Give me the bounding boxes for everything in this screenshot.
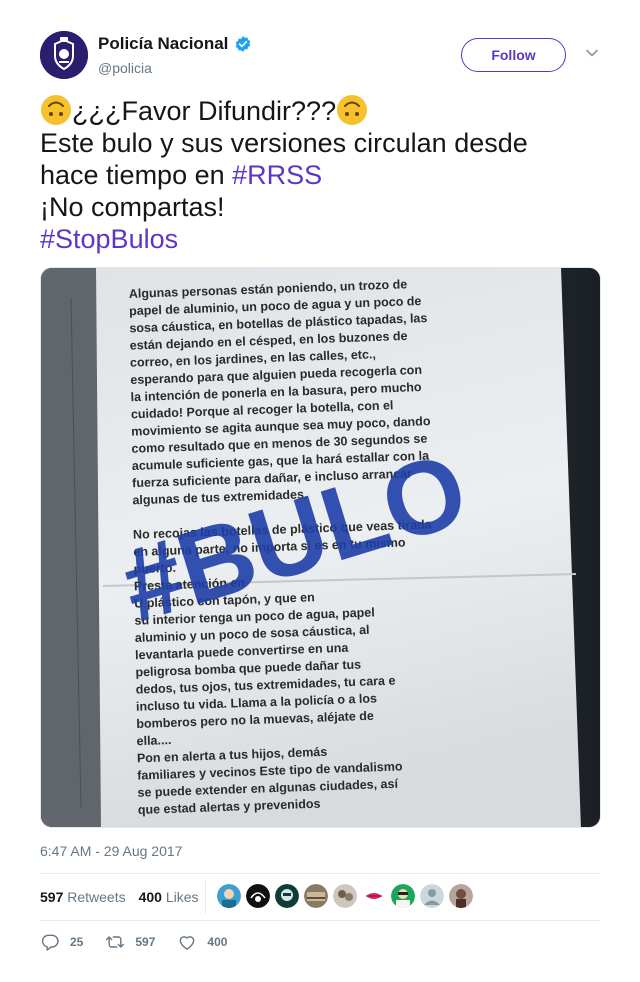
tweet-line-3: hace tiempo en #RRSS [40, 159, 600, 191]
paper-left-edge [41, 268, 101, 827]
retweet-icon [106, 936, 125, 948]
upside-down-face-emoji-icon [337, 95, 368, 125]
upside-down-face-emoji-icon [41, 95, 71, 125]
author-handle[interactable]: @policia [98, 60, 152, 76]
hoax-letter-photo: Algunas personas están poniendo, un troz… [41, 268, 600, 827]
liker-avatar[interactable] [217, 884, 241, 908]
retweet-count: 597 [135, 935, 156, 949]
likes-label: Likes [165, 889, 199, 905]
liker-avatar[interactable] [449, 884, 473, 908]
retweet-button[interactable]: 597 [105, 932, 155, 952]
liker-avatar[interactable] [362, 884, 386, 908]
letter-line: ella.... [136, 733, 171, 748]
likes-stat[interactable]: 400 Likes [139, 889, 199, 905]
tweet-line-1-text: ¿¿¿Favor Difundir??? [72, 96, 337, 126]
author-display-name[interactable]: Policía Nacional [98, 34, 228, 54]
tweet-header: Policía Nacional @policia Follow [40, 31, 602, 81]
liker-avatar[interactable] [420, 884, 444, 908]
follow-button[interactable]: Follow [461, 38, 566, 72]
liker-avatars [217, 884, 478, 908]
author-avatar[interactable] [40, 31, 88, 79]
verified-badge-icon [236, 36, 251, 52]
liker-avatar[interactable] [391, 884, 415, 908]
like-button[interactable]: 400 [177, 932, 227, 952]
divider [40, 920, 600, 921]
tweet-line-3-text: hace tiempo en [40, 160, 233, 190]
retweets-count: 597 [40, 889, 64, 905]
like-count: 400 [207, 935, 228, 949]
retweets-stat[interactable]: 597 Retweets [40, 889, 126, 905]
heart-icon [180, 936, 195, 950]
liker-avatar[interactable] [275, 884, 299, 908]
stats-divider [205, 880, 206, 914]
tweet-line-4: ¡No compartas! [40, 192, 225, 222]
tweet-stats: 597 Retweets 400 Likes [40, 874, 600, 920]
liker-avatar[interactable] [333, 884, 357, 908]
tweet-text: ¿¿¿Favor Difundir??? Este bulo y sus ver… [40, 94, 600, 255]
reply-icon [41, 934, 59, 951]
reply-count: 25 [70, 935, 84, 949]
liker-avatar[interactable] [304, 884, 328, 908]
tweet-actions: 25 597 400 [40, 930, 249, 954]
hashtag-stopbulos-link[interactable]: #StopBulos [40, 223, 600, 255]
tweet-media-photo[interactable]: Algunas personas están poniendo, un troz… [40, 267, 601, 828]
liker-avatar[interactable] [246, 884, 270, 908]
reply-button[interactable]: 25 [40, 932, 83, 952]
chevron-down-icon[interactable] [585, 46, 599, 60]
police-badge-icon [40, 31, 88, 79]
tweet-line-2: Este bulo y sus versiones circulan desde [40, 128, 528, 158]
tweet-line-1: ¿¿¿Favor Difundir??? [40, 94, 600, 127]
retweets-label: Retweets [67, 889, 126, 905]
likes-count: 400 [138, 889, 162, 905]
author-name-row: Policía Nacional [98, 34, 252, 54]
tweet-timestamp[interactable]: 6:47 AM - 29 Aug 2017 [40, 843, 182, 859]
hashtag-rrss-link[interactable]: #RRSS [232, 160, 322, 190]
